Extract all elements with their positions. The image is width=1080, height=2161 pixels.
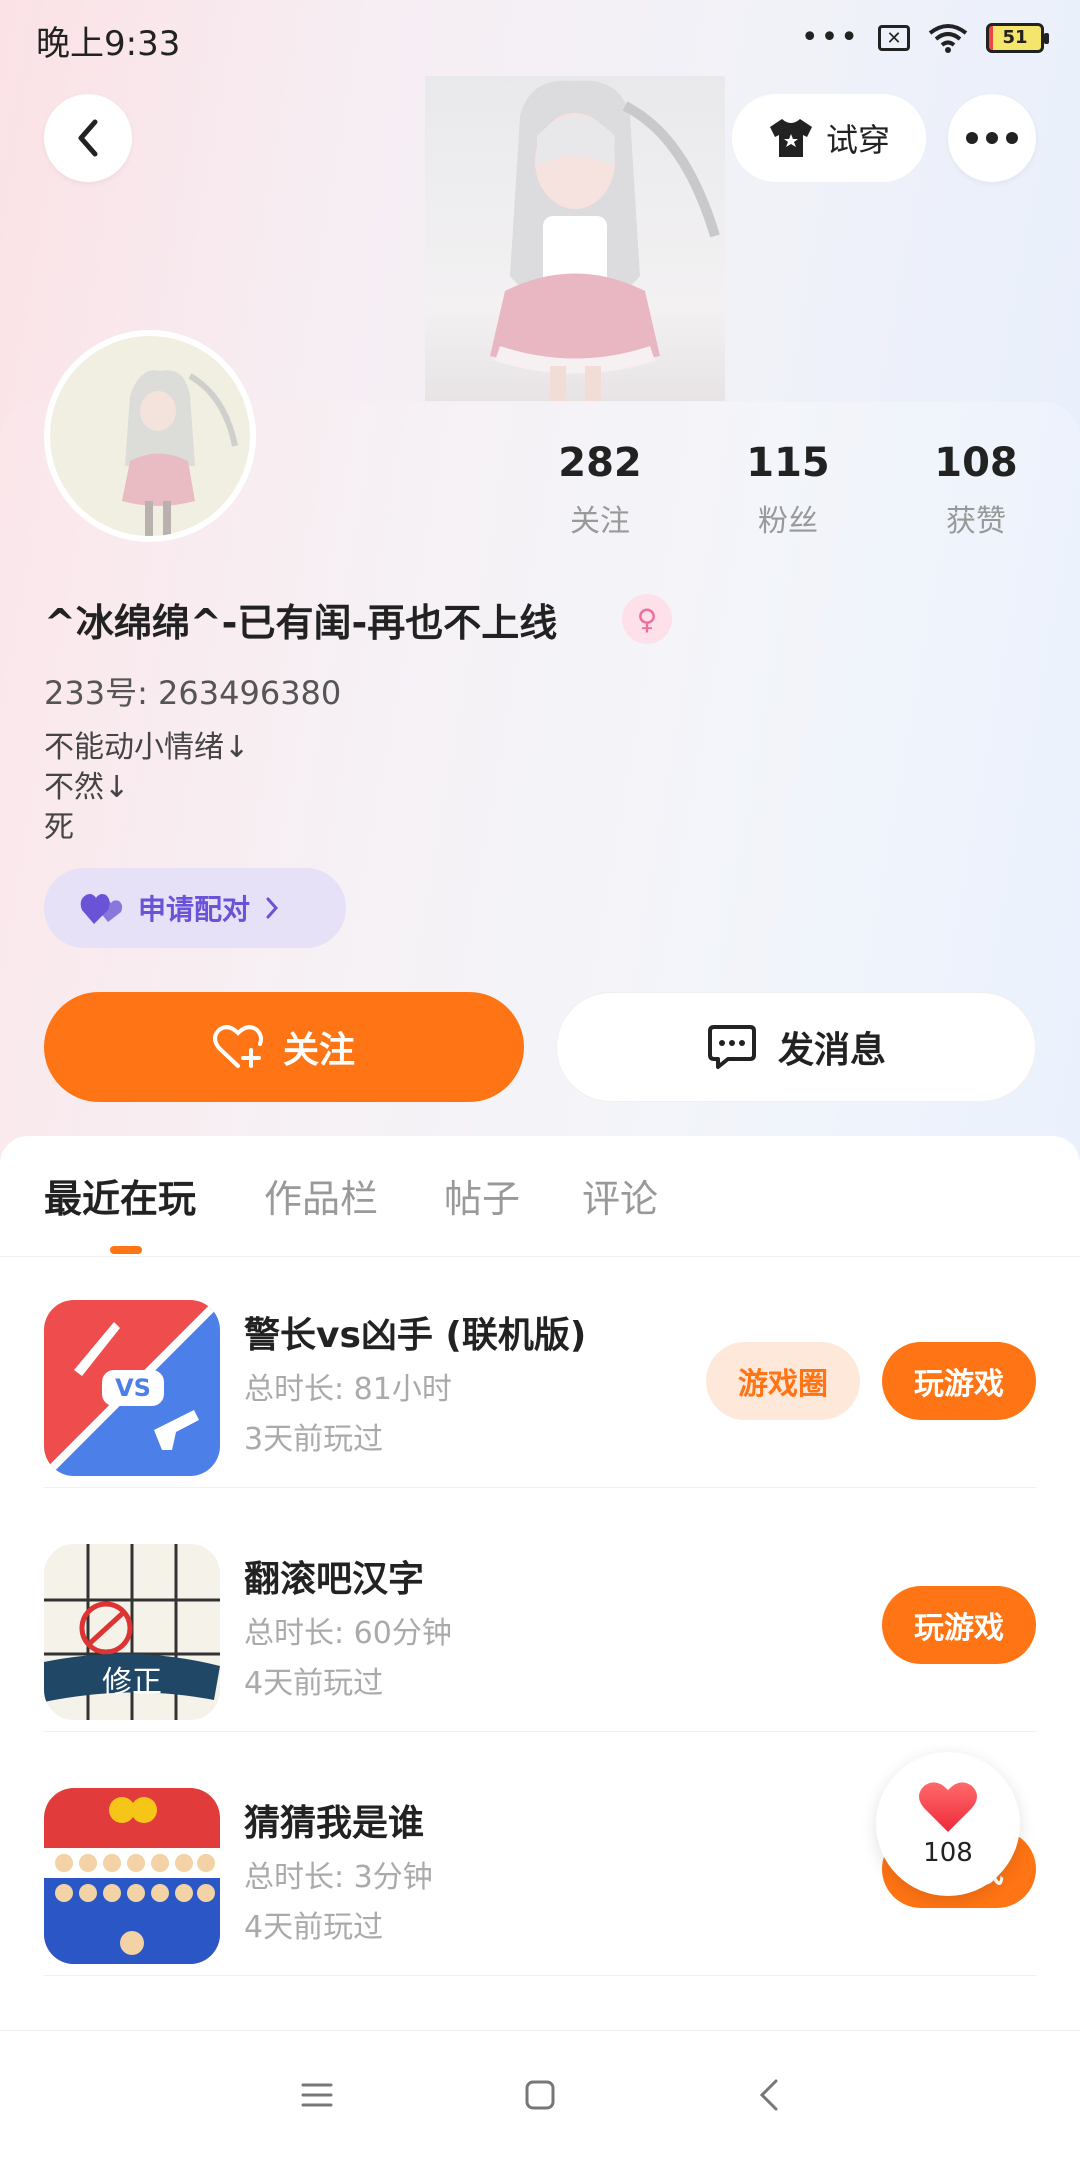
back-nav-button[interactable] [744, 2070, 794, 2120]
fans-count: 115 [746, 440, 830, 486]
likes-count: 108 [934, 440, 1018, 486]
tab-recently-played[interactable]: 最近在玩 [44, 1168, 196, 1223]
send-message-button[interactable]: 发消息 [556, 992, 1036, 1102]
chat-bubble-icon [707, 1025, 756, 1069]
more-button[interactable] [948, 94, 1036, 182]
likes-stat[interactable]: 108 获赞 [896, 440, 1056, 540]
game-name: 猜猜我是谁 [244, 1803, 425, 1844]
game-list-item[interactable]: VS 警长vs凶手 (联机版) 总时长: 81小时 3天前玩过 游戏圈 玩游戏 [44, 1244, 1036, 1488]
bio-line: 死 [44, 810, 74, 845]
cover-character-image [425, 76, 725, 401]
apply-pair-button[interactable]: 申请配对 [44, 868, 346, 948]
menu-icon [301, 2083, 333, 2107]
status-bar: 晚上9:33 ••• ✕ 51 [0, 0, 1080, 80]
game-total-time: 总时长: 81小时 [244, 1372, 452, 1407]
game-name: 翻滚吧汉字 [244, 1559, 425, 1600]
double-heart-icon [80, 894, 123, 924]
notification-dots-icon: ••• [800, 20, 860, 55]
play-game-button[interactable]: 玩游戏 [882, 1586, 1036, 1664]
game-icon-guess-who[interactable] [44, 1788, 220, 1964]
tshirt-icon [769, 119, 812, 157]
game-icon-roll-hanzi[interactable]: 修正 [44, 1544, 220, 1720]
play-game-button[interactable]: 玩游戏 [882, 1342, 1036, 1420]
chevron-right-icon [266, 897, 279, 919]
following-stat[interactable]: 282 关注 [520, 440, 680, 540]
female-gender-icon: ♀ [622, 594, 672, 644]
game-total-time: 总时长: 3分钟 [244, 1860, 433, 1895]
game-list-item[interactable]: 修正 翻滚吧汉字 总时长: 60分钟 4天前玩过 玩游戏 [44, 1488, 1036, 1732]
floating-like-count: 108 [923, 1838, 973, 1868]
menu-nav-button[interactable] [292, 2070, 342, 2120]
tab-comments[interactable]: 评论 [582, 1168, 658, 1223]
home-nav-button[interactable] [515, 2070, 565, 2120]
nickname: ^冰绵绵^-已有闺-再也不上线 [44, 601, 558, 645]
wifi-icon [928, 23, 968, 53]
follow-label: 关注 [282, 1030, 355, 1071]
fans-label: 粉丝 [758, 504, 818, 539]
game-icon-text: 修正 [102, 1665, 162, 1700]
bio: 不能动小情绪↓ 不然↓ 死 [44, 728, 249, 848]
game-last-played: 4天前玩过 [244, 1910, 384, 1945]
try-on-label: 试穿 [825, 121, 890, 159]
user-id: 233号: 263496380 [44, 674, 342, 712]
tab-works[interactable]: 作品栏 [264, 1168, 378, 1223]
home-square-icon [525, 2080, 555, 2110]
status-icons: ••• ✕ 51 [800, 20, 1049, 55]
likes-label: 获赞 [946, 504, 1006, 539]
back-button[interactable] [44, 94, 132, 182]
follow-button[interactable]: 关注 [44, 992, 524, 1102]
following-count: 282 [558, 440, 642, 486]
back-chevron-icon [759, 2079, 778, 2111]
chevron-left-icon [78, 119, 98, 157]
battery-icon: 51 [986, 22, 1049, 53]
game-icon-text: VS [115, 1374, 151, 1402]
avatar[interactable] [44, 330, 256, 542]
game-total-time: 总时长: 60分钟 [244, 1616, 452, 1651]
game-icon-sheriff-vs-murderer[interactable]: VS [44, 1300, 220, 1476]
heart-icon [919, 1782, 977, 1832]
fans-stat[interactable]: 115 粉丝 [708, 440, 868, 540]
game-last-played: 4天前玩过 [244, 1666, 384, 1701]
status-time: 晚上9:33 [36, 24, 181, 64]
bio-line: 不能动小情绪↓ [44, 730, 250, 765]
heart-plus-icon [212, 1025, 263, 1068]
character-illustration [490, 80, 720, 401]
try-on-button[interactable]: 试穿 [732, 94, 926, 182]
following-label: 关注 [570, 504, 630, 539]
game-circle-button[interactable]: 游戏圈 [706, 1342, 860, 1420]
tab-posts[interactable]: 帖子 [444, 1168, 520, 1223]
more-dots-icon [966, 132, 1018, 144]
game-last-played: 3天前玩过 [244, 1422, 384, 1457]
game-name: 警长vs凶手 (联机版) [244, 1315, 587, 1356]
no-sim-icon: ✕ [878, 24, 910, 51]
send-message-label: 发消息 [777, 1030, 886, 1071]
apply-pair-label: 申请配对 [138, 893, 251, 926]
bio-line: 不然↓ [44, 770, 130, 805]
floating-like-button[interactable]: 108 [876, 1752, 1020, 1896]
avatar-illustration [122, 370, 238, 536]
